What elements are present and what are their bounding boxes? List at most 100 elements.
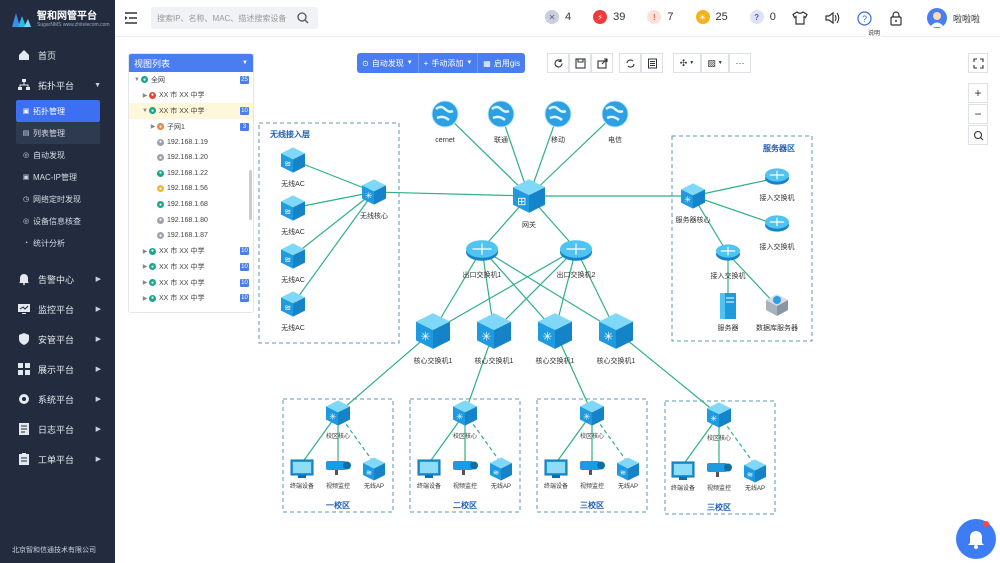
access-switch-icon[interactable] xyxy=(765,168,789,185)
caret-down-icon[interactable]: ▼ xyxy=(242,60,248,66)
wireless-ap-icon[interactable]: ≋ xyxy=(617,457,639,481)
wireless-ap-icon[interactable]: ≋ xyxy=(363,457,385,481)
sync-button[interactable] xyxy=(619,53,641,73)
sidebar-sub-item-2[interactable]: ◎ 自动发现 xyxy=(16,144,100,166)
access-switch-icon[interactable] xyxy=(716,244,740,261)
sidebar-item-5[interactable]: 展示平台 ▶ xyxy=(0,354,115,384)
tree-node[interactable]: ● 192.168.1.68 xyxy=(129,197,253,213)
tree-node[interactable]: ▶ ● XX 市 XX 中学 xyxy=(129,88,253,104)
campus-core-icon[interactable]: ✳ xyxy=(580,400,604,426)
terminal-device-icon[interactable] xyxy=(417,459,441,478)
campus-core-icon[interactable]: ✳ xyxy=(453,400,477,426)
sidebar-sub-item-0[interactable]: ▣ 拓扑管理 xyxy=(16,100,100,122)
server-icon[interactable] xyxy=(720,293,736,319)
background-image-button[interactable]: ▨ ▼ xyxy=(701,53,729,73)
expand-icon[interactable]: ▶ xyxy=(141,295,149,302)
sound-button[interactable] xyxy=(823,9,841,27)
sidebar-sub-item-4[interactable]: ◷ 网络定时发现 xyxy=(16,188,100,210)
sidebar-sub-item-6[interactable]: ◔ 统计分析 xyxy=(16,232,100,254)
export-button[interactable] xyxy=(591,53,613,73)
sidebar-sub-item-3[interactable]: ▣ MAC-IP管理 xyxy=(16,166,100,188)
auto-discover-button[interactable]: ⊙ 自动发现 ▼ xyxy=(357,53,419,73)
exit-switch-icon[interactable] xyxy=(560,240,592,261)
more-button[interactable]: ··· xyxy=(729,53,751,73)
list-view-button[interactable] xyxy=(641,53,663,73)
user-menu[interactable]: 啦啦啦 xyxy=(927,8,980,28)
tree-node[interactable]: ▼ ● XX 市 XX 中学 10 xyxy=(129,103,253,119)
tree-node[interactable]: ● 192.168.1.19 xyxy=(129,134,253,150)
alarm-badge-2[interactable]: ! 7 xyxy=(647,10,674,24)
sidebar-sub-item-5[interactable]: ◎ 设备信息核查 xyxy=(16,210,100,232)
tree-node[interactable]: ● 192.168.1.80 xyxy=(129,212,253,228)
sidebar-item-2[interactable]: 告警中心 ▶ xyxy=(0,264,115,294)
sidebar-item-4[interactable]: 安管平台 ▶ xyxy=(0,324,115,354)
tree-node[interactable]: ▶ ● XX 市 XX 中学 10 xyxy=(129,275,253,291)
wireless-ac-icon[interactable]: ≋ xyxy=(281,291,305,317)
camera-icon[interactable] xyxy=(453,461,478,475)
internet-cloud-icon[interactable] xyxy=(431,100,459,128)
sidebar-item-3[interactable]: 监控平台 ▶ xyxy=(0,294,115,324)
tree-node[interactable]: ▼ ● 全网 25 xyxy=(129,72,253,88)
camera-icon[interactable] xyxy=(580,461,605,475)
layout-button[interactable]: ✣ ▼ xyxy=(673,53,701,73)
help-button[interactable]: ? xyxy=(855,9,873,27)
sidebar-sub-item-1[interactable]: ▤ 列表管理 xyxy=(16,122,100,144)
zoom-in-button[interactable]: + xyxy=(968,83,988,103)
alarm-badge-4[interactable]: ? 0 xyxy=(749,10,776,24)
camera-icon[interactable] xyxy=(326,461,351,475)
alarm-badge-1[interactable]: ⚡ 39 xyxy=(593,10,625,24)
enable-gis-button[interactable]: ▦ 启用gis xyxy=(478,53,526,73)
wireless-ac-icon[interactable]: ≋ xyxy=(281,195,305,221)
internet-cloud-icon[interactable] xyxy=(487,100,515,128)
manual-add-button[interactable]: + 手动添加 ▼ xyxy=(418,53,479,73)
fullscreen-button[interactable] xyxy=(968,53,988,73)
expand-icon[interactable]: ▶ xyxy=(141,263,149,270)
tree-node[interactable]: ● 192.168.1.20 xyxy=(129,150,253,166)
tree-node[interactable]: ▶ ● XX 市 XX 中学 10 xyxy=(129,290,253,306)
expand-icon[interactable]: ▼ xyxy=(133,77,141,83)
internet-cloud-icon[interactable] xyxy=(601,100,629,128)
wireless-ac-icon[interactable]: ≋ xyxy=(281,147,305,173)
lock-button[interactable] xyxy=(887,9,905,27)
sidebar-item-6[interactable]: 系统平台 ▶ xyxy=(0,384,115,414)
tree-node[interactable]: ▶ ● XX 市 XX 中学 10 xyxy=(129,244,253,260)
tree-node[interactable]: ● 192.168.1.87 xyxy=(129,228,253,244)
tree-scrollbar[interactable] xyxy=(249,170,252,220)
sidebar-item-1[interactable]: 拓扑平台 ▼ xyxy=(0,70,115,100)
exit-switch-icon[interactable] xyxy=(466,240,498,261)
tree-node[interactable]: ▶ ● 子网1 3 xyxy=(129,119,253,135)
alarm-badge-3[interactable]: ☀ 25 xyxy=(695,10,728,24)
wireless-ap-icon[interactable]: ≋ xyxy=(744,459,766,483)
wireless-core-icon[interactable]: ✳ xyxy=(362,179,386,205)
wireless-ap-icon[interactable]: ≋ xyxy=(490,457,512,481)
expand-icon[interactable]: ▶ xyxy=(149,123,157,130)
expand-icon[interactable]: ▶ xyxy=(141,92,149,99)
save-button[interactable] xyxy=(569,53,591,73)
camera-icon[interactable] xyxy=(707,463,732,477)
brand-logo[interactable]: 智和网管平台 SugarNMS www.zhitelecom.com xyxy=(0,0,115,40)
server-core-icon[interactable]: ✳ xyxy=(681,183,705,209)
campus-core-icon[interactable]: ✳ xyxy=(326,400,350,426)
search-icon[interactable] xyxy=(297,12,309,24)
view-tree-header[interactable]: 视图列表 ▼ xyxy=(129,54,253,72)
tree-node[interactable]: ● 192.168.1.56 xyxy=(129,181,253,197)
tree-node[interactable]: ● 192.168.1.22 xyxy=(129,166,253,182)
wireless-ac-icon[interactable]: ≋ xyxy=(281,243,305,269)
tree-node[interactable]: ▶ ● XX 市 XX 中学 10 xyxy=(129,259,253,275)
terminal-device-icon[interactable] xyxy=(544,459,568,478)
skin-button[interactable] xyxy=(791,9,809,27)
zoom-fit-button[interactable] xyxy=(968,125,988,145)
expand-icon[interactable]: ▼ xyxy=(141,108,149,114)
notification-bell-button[interactable] xyxy=(956,519,996,559)
sidebar-item-7[interactable]: 日志平台 ▶ xyxy=(0,414,115,444)
access-switch-icon[interactable] xyxy=(765,215,789,232)
sidebar-item-0[interactable]: 首页 xyxy=(0,40,115,70)
core-switch-icon[interactable]: ✳ xyxy=(599,313,633,349)
terminal-device-icon[interactable] xyxy=(671,461,695,480)
alarm-badge-0[interactable]: ✕ 4 xyxy=(545,10,571,24)
sidebar-item-8[interactable]: 工单平台 ▶ xyxy=(0,444,115,474)
refresh-button[interactable] xyxy=(547,53,569,73)
campus-core-icon[interactable]: ✳ xyxy=(707,402,731,428)
expand-icon[interactable]: ▶ xyxy=(141,279,149,286)
core-switch-icon[interactable]: ✳ xyxy=(416,313,450,349)
